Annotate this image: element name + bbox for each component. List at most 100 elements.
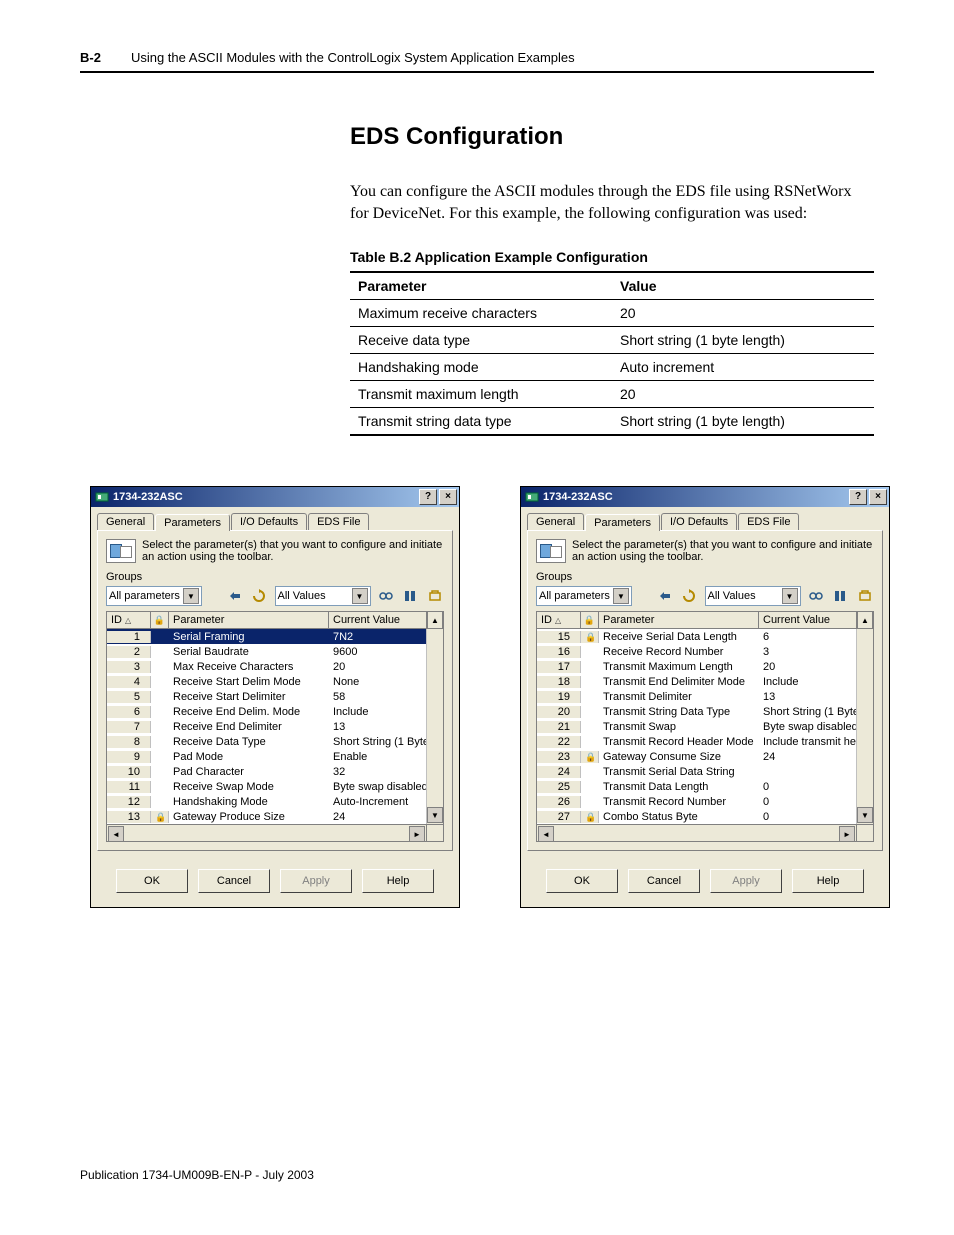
- vertical-scrollbar[interactable]: ▼: [426, 629, 443, 824]
- toolbar-refresh-icon[interactable]: [680, 585, 698, 607]
- groups-combo[interactable]: All parameters ▼: [536, 586, 632, 606]
- cell-parameter: Receive Swap Mode: [169, 781, 329, 793]
- grid-row[interactable]: 2Serial Baudrate9600: [107, 644, 443, 659]
- ok-button[interactable]: OK: [546, 869, 618, 893]
- grid-row[interactable]: 19Transmit Delimiter13: [537, 689, 873, 704]
- grid-row[interactable]: 22Transmit Record Header ModeInclude tra…: [537, 734, 873, 749]
- toolbar-icon[interactable]: [831, 585, 849, 607]
- close-button[interactable]: ×: [439, 489, 457, 505]
- scroll-right-button[interactable]: ►: [409, 826, 425, 842]
- toolbar-icon[interactable]: [855, 585, 873, 607]
- horizontal-scrollbar[interactable]: ◄ ►: [107, 824, 443, 841]
- cell-id: 10: [107, 766, 151, 778]
- grid-row[interactable]: 23🔒Gateway Consume Size24: [537, 749, 873, 764]
- grid-row[interactable]: 10Pad Character32: [107, 764, 443, 779]
- col-id[interactable]: ID△: [537, 612, 581, 628]
- grid-row[interactable]: 12Handshaking ModeAuto-Increment: [107, 794, 443, 809]
- tab-eds-file[interactable]: EDS File: [308, 513, 369, 530]
- scroll-right-button[interactable]: ►: [839, 826, 855, 842]
- section-body: You can configure the ASCII modules thro…: [350, 181, 874, 224]
- toolbar-action-icon[interactable]: [656, 585, 674, 607]
- titlebar[interactable]: 1734-232ASC ? ×: [521, 487, 889, 507]
- cell-id: 5: [107, 691, 151, 703]
- toolbar-action-icon[interactable]: [226, 585, 244, 607]
- grid-row[interactable]: 5Receive Start Delimiter58: [107, 689, 443, 704]
- cell-parameter: Transmit Swap: [599, 721, 759, 733]
- grid-row[interactable]: 27🔒Combo Status Byte0: [537, 809, 873, 824]
- vertical-scrollbar[interactable]: ▼: [856, 629, 873, 824]
- col-id[interactable]: ID△: [107, 612, 151, 628]
- values-combo[interactable]: All Values ▼: [705, 586, 801, 606]
- grid-row[interactable]: 20Transmit String Data TypeShort String …: [537, 704, 873, 719]
- cell-id: 11: [107, 781, 151, 793]
- tab-general[interactable]: General: [97, 513, 154, 530]
- toolbar-icon[interactable]: [377, 585, 395, 607]
- grid-row[interactable]: 17Transmit Maximum Length20: [537, 659, 873, 674]
- scroll-left-button[interactable]: ◄: [538, 826, 554, 842]
- scroll-down-button[interactable]: ▼: [857, 807, 873, 823]
- col-lock-icon[interactable]: 🔒: [151, 612, 169, 628]
- scroll-left-button[interactable]: ◄: [108, 826, 124, 842]
- tab-eds-file[interactable]: EDS File: [738, 513, 799, 530]
- col-current-value[interactable]: Current Value: [329, 612, 427, 628]
- tab-parameters[interactable]: Parameters: [585, 514, 660, 531]
- scroll-down-button[interactable]: ▼: [427, 807, 443, 823]
- col-lock-icon[interactable]: 🔒: [581, 612, 599, 628]
- grid-row[interactable]: 11Receive Swap ModeByte swap disabled: [107, 779, 443, 794]
- grid-row[interactable]: 6Receive End Delim. ModeInclude: [107, 704, 443, 719]
- help-button[interactable]: Help: [792, 869, 864, 893]
- help-button[interactable]: ?: [849, 489, 867, 505]
- table-caption: Table B.2 Application Example Configurat…: [350, 249, 874, 265]
- grid-row[interactable]: 4Receive Start Delim ModeNone: [107, 674, 443, 689]
- grid-row[interactable]: 1Serial Framing7N2: [107, 629, 443, 644]
- grid-row[interactable]: 25Transmit Data Length0: [537, 779, 873, 794]
- values-combo[interactable]: All Values ▼: [275, 586, 371, 606]
- cell-id: 3: [107, 661, 151, 673]
- cancel-button[interactable]: Cancel: [628, 869, 700, 893]
- chapter-title: Using the ASCII Modules with the Control…: [131, 50, 575, 65]
- cell-parameter: Pad Mode: [169, 751, 329, 763]
- apply-button[interactable]: Apply: [710, 869, 782, 893]
- tab-io-defaults[interactable]: I/O Defaults: [661, 513, 737, 530]
- cell-parameter: Combo Status Byte: [599, 811, 759, 823]
- grid-row[interactable]: 3Max Receive Characters20: [107, 659, 443, 674]
- horizontal-scrollbar[interactable]: ◄ ►: [537, 824, 873, 841]
- lock-icon: 🔒: [581, 751, 599, 763]
- grid-row[interactable]: 9Pad ModeEnable: [107, 749, 443, 764]
- cancel-button[interactable]: Cancel: [198, 869, 270, 893]
- grid-row[interactable]: 16Receive Record Number3: [537, 644, 873, 659]
- toolbar-icon[interactable]: [401, 585, 419, 607]
- tab-parameters[interactable]: Parameters: [155, 514, 230, 531]
- tab-io-defaults[interactable]: I/O Defaults: [231, 513, 307, 530]
- toolbar-refresh-icon[interactable]: [250, 585, 268, 607]
- groups-combo[interactable]: All parameters ▼: [106, 586, 202, 606]
- scroll-up-button[interactable]: ▲: [857, 612, 873, 628]
- help-button[interactable]: Help: [362, 869, 434, 893]
- help-button[interactable]: ?: [419, 489, 437, 505]
- instruction-text: Select the parameter(s) that you want to…: [142, 539, 444, 563]
- grid-row[interactable]: 13🔒Gateway Produce Size24: [107, 809, 443, 824]
- grid-row[interactable]: 7Receive End Delimiter13: [107, 719, 443, 734]
- toolbar-icon[interactable]: [807, 585, 825, 607]
- grid-row[interactable]: 24Transmit Serial Data String: [537, 764, 873, 779]
- cell-parameter: Transmit String Data Type: [599, 706, 759, 718]
- apply-button[interactable]: Apply: [280, 869, 352, 893]
- cell-id: 16: [537, 646, 581, 658]
- toolbar-icon[interactable]: [425, 585, 443, 607]
- col-parameter[interactable]: Parameter: [599, 612, 759, 628]
- col-current-value[interactable]: Current Value: [759, 612, 857, 628]
- grid-row[interactable]: 15🔒Receive Serial Data Length6: [537, 629, 873, 644]
- titlebar[interactable]: 1734-232ASC ? ×: [91, 487, 459, 507]
- col-parameter[interactable]: Parameter: [169, 612, 329, 628]
- grid-row[interactable]: 18Transmit End Delimiter ModeInclude: [537, 674, 873, 689]
- close-button[interactable]: ×: [869, 489, 887, 505]
- scroll-up-button[interactable]: ▲: [427, 612, 443, 628]
- grid-row[interactable]: 8Receive Data TypeShort String (1 Byte L…: [107, 734, 443, 749]
- grid-row[interactable]: 26Transmit Record Number0: [537, 794, 873, 809]
- page-header: B-2 Using the ASCII Modules with the Con…: [80, 50, 874, 73]
- ok-button[interactable]: OK: [116, 869, 188, 893]
- cell-id: 21: [537, 721, 581, 733]
- grid-row[interactable]: 21Transmit SwapByte swap disabled: [537, 719, 873, 734]
- tab-general[interactable]: General: [527, 513, 584, 530]
- th-parameter: Parameter: [350, 272, 612, 300]
